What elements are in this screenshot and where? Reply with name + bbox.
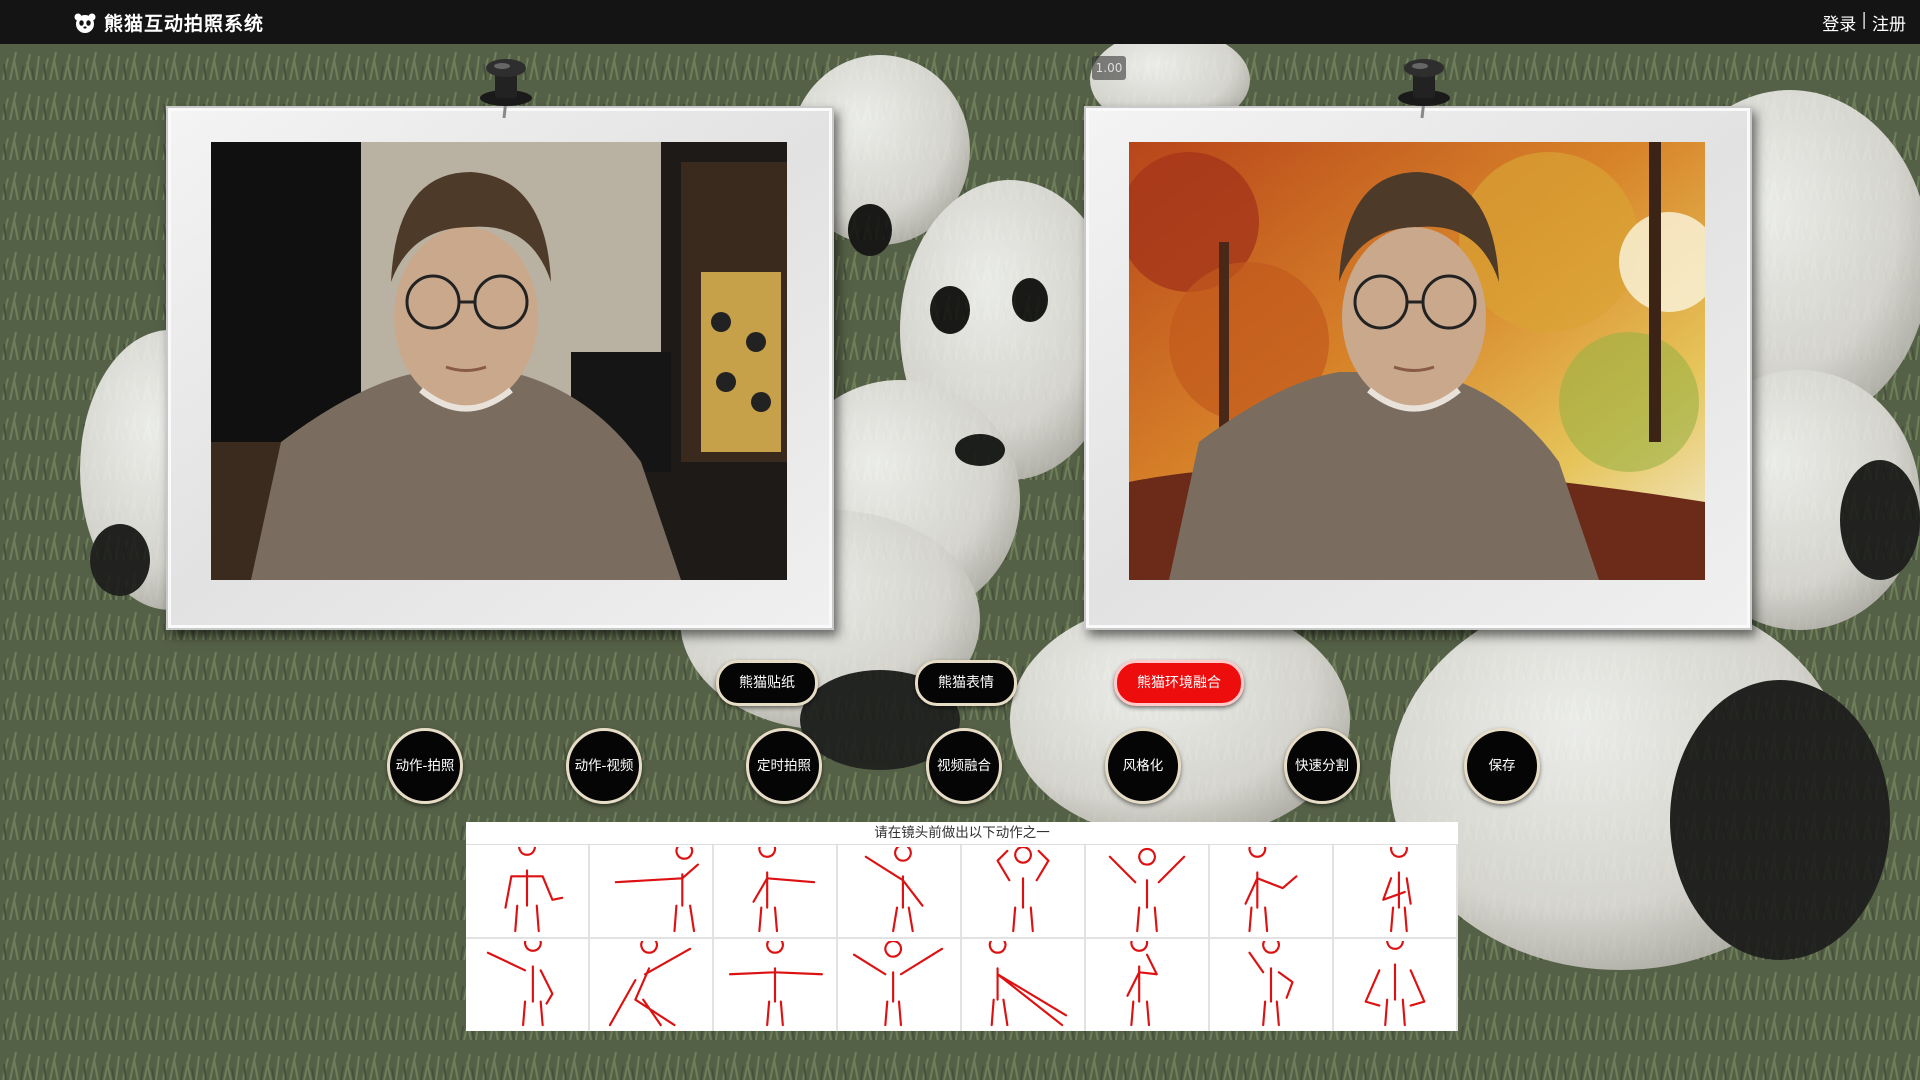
panda-expression-button[interactable]: 熊猫表情 [915,660,1017,706]
pose-grid [466,844,1458,1031]
quick-segment-button[interactable]: 快速分割 [1284,728,1360,804]
pose-silhouette-icon [728,941,824,1027]
pose-option[interactable] [1086,939,1208,1031]
pose-silhouette-icon [1126,941,1158,1027]
pose-silhouette-icon [1248,941,1294,1027]
pose-silhouette-icon [1244,847,1298,933]
pose-option[interactable] [466,939,588,1031]
pose-option[interactable] [466,845,588,937]
register-link[interactable]: 注册 [1872,10,1906,35]
action-video-button[interactable]: 动作-视频 [566,728,642,804]
top-bar: 熊猫互动拍照系统 登录 | 注册 [0,0,1920,44]
pose-option[interactable] [1334,939,1456,1031]
pose-option[interactable] [590,939,712,1031]
pose-silhouette-icon [486,941,554,1027]
pose-option[interactable] [962,845,1084,937]
pushpin-icon [480,59,532,119]
pose-option[interactable] [590,845,712,937]
pose-prompt: 请在镜头前做出以下动作之一 [874,825,1050,841]
pose-option[interactable] [1086,845,1208,937]
pose-silhouette-icon [1382,847,1412,933]
zoom-readout: 1.00 [1092,56,1126,80]
panda-sticker-button[interactable]: 熊猫贴纸 [716,660,818,706]
pushpin-icon [1398,59,1450,119]
pose-silhouette-icon [864,847,924,933]
pose-silhouette-icon [614,847,700,933]
brand: 熊猫互动拍照系统 [74,9,264,36]
pose-panel: 请在镜头前做出以下动作之一 [466,822,1458,1031]
panda-environment-blend-button[interactable]: 熊猫环境融合 [1114,660,1244,706]
auth-links: 登录 | 注册 [1822,10,1906,35]
pose-silhouette-icon [852,941,944,1027]
pose-option[interactable] [962,939,1084,1031]
auth-separator: | [1861,10,1867,30]
video-blend-button[interactable]: 视频融合 [926,728,1002,804]
panda-logo-icon [74,13,96,33]
pose-silhouette-icon [988,941,1068,1027]
pose-option[interactable] [838,939,960,1031]
pose-option[interactable] [714,845,836,937]
timer-photo-button[interactable]: 定时拍照 [746,728,822,804]
pose-silhouette-icon [752,847,816,933]
stylize-button[interactable]: 风格化 [1105,728,1181,804]
camera-frame [166,59,834,630]
pose-silhouette-icon [1364,941,1426,1027]
pose-option[interactable] [1210,939,1332,1031]
pose-option[interactable] [1210,845,1332,937]
pose-option[interactable] [1334,845,1456,937]
login-link[interactable]: 登录 [1822,10,1856,35]
pose-silhouette-icon [1108,847,1186,933]
save-button[interactable]: 保存 [1464,728,1540,804]
pose-silhouette-icon [504,847,564,933]
output-frame [1084,59,1752,630]
pose-option[interactable] [838,845,960,937]
composited-output [1129,142,1705,580]
app-title: 熊猫互动拍照系统 [104,13,265,35]
camera-feed [211,142,787,580]
action-photo-button[interactable]: 动作-拍照 [387,728,463,804]
pose-option[interactable] [714,939,836,1031]
pose-silhouette-icon [608,941,692,1027]
pose-silhouette-icon [996,847,1050,933]
